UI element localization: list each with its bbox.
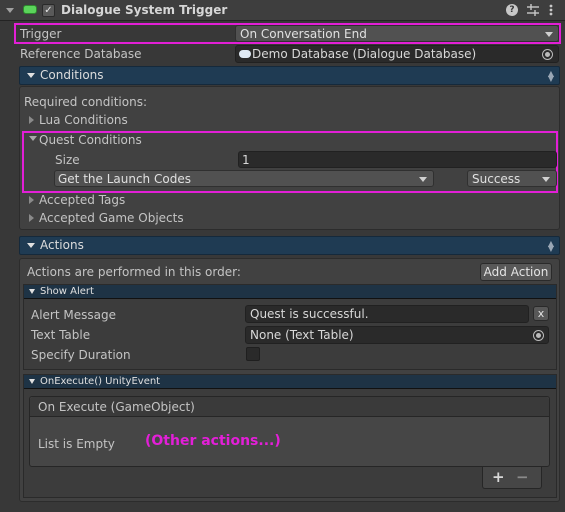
reference-database-value: Demo Database (Dialogue Database) [252, 47, 477, 61]
trigger-label: Trigger [20, 27, 62, 41]
chevron-down-icon [419, 177, 427, 182]
foldout-arrow-icon [27, 243, 35, 248]
object-picker-icon[interactable] [533, 330, 544, 341]
chevron-down-icon [545, 32, 553, 37]
accepted-tags-arrow-icon[interactable] [29, 196, 34, 204]
foldout-arrow-icon[interactable] [6, 8, 14, 13]
list-footer [482, 467, 542, 489]
foldout-arrow-icon [29, 289, 35, 294]
show-alert-title: Show Alert [40, 286, 94, 297]
lua-conditions-label[interactable]: Lua Conditions [39, 113, 128, 127]
required-conditions-label: Required conditions: [24, 95, 147, 109]
reorder-icon: ▲ ▼ [547, 69, 555, 83]
accepted-tags-label[interactable]: Accepted Tags [39, 193, 125, 207]
alert-message-field[interactable]: Quest is successful. [245, 305, 529, 323]
lua-conditions-arrow-icon[interactable] [29, 116, 34, 124]
conditions-title: Conditions [40, 68, 104, 82]
database-icon [239, 50, 251, 58]
text-table-field[interactable]: None (Text Table) [245, 326, 549, 344]
reference-database-label: Reference Database [20, 47, 142, 61]
size-field[interactable]: 1 [238, 151, 557, 168]
component-title: Dialogue System Trigger [61, 3, 228, 17]
add-item-button[interactable]: + [492, 470, 505, 485]
quest-name-value: Get the Launch Codes [58, 172, 191, 186]
on-execute-title: OnExecute() UnityEvent [40, 376, 161, 387]
help-icon[interactable]: ? [506, 4, 518, 16]
trigger-value: On Conversation End [240, 27, 367, 41]
quest-name-dropdown[interactable]: Get the Launch Codes [54, 170, 434, 187]
text-table-value: None (Text Table) [250, 328, 354, 342]
specify-duration-label: Specify Duration [31, 348, 131, 362]
list-empty-label: List is Empty [38, 437, 115, 451]
alert-message-label: Alert Message [31, 308, 116, 322]
enabled-checkbox[interactable]: ✓ [42, 4, 55, 17]
trigger-dropdown[interactable]: On Conversation End [235, 25, 559, 42]
component-header: ✓ Dialogue System Trigger ? [0, 0, 565, 21]
accepted-game-objects-arrow-icon[interactable] [29, 214, 34, 222]
size-label: Size [55, 153, 80, 167]
text-table-label: Text Table [31, 328, 91, 342]
actions-section-header[interactable]: Actions ▲ ▼ [19, 236, 560, 255]
other-actions-annotation: (Other actions...) [145, 433, 281, 449]
on-execute-header[interactable]: OnExecute() UnityEvent [24, 375, 556, 389]
quest-state-dropdown[interactable]: Success [467, 170, 557, 187]
accepted-game-objects-label[interactable]: Accepted Game Objects [39, 211, 184, 225]
actions-title: Actions [40, 238, 84, 252]
remove-item-button[interactable]: − [516, 470, 529, 485]
actions-order-label: Actions are performed in this order: [27, 265, 241, 279]
quest-conditions-arrow-icon[interactable] [29, 136, 37, 141]
component-icon [23, 5, 37, 14]
conditions-section-header[interactable]: Conditions ▲ ▼ [19, 66, 560, 85]
size-value: 1 [242, 153, 250, 167]
quest-state-value: Success [472, 172, 521, 186]
preset-icon[interactable] [527, 3, 539, 17]
alert-message-value: Quest is successful. [250, 307, 369, 321]
foldout-arrow-icon [27, 73, 35, 78]
foldout-arrow-icon [29, 379, 35, 384]
kebab-menu-icon[interactable] [548, 3, 554, 17]
reference-database-field[interactable]: Demo Database (Dialogue Database) [235, 45, 559, 63]
quest-conditions-label[interactable]: Quest Conditions [39, 133, 142, 147]
reorder-icon: ▲ ▼ [547, 239, 555, 253]
chevron-down-icon [542, 177, 550, 182]
specify-duration-checkbox[interactable] [246, 347, 260, 361]
clear-button[interactable]: x [533, 306, 549, 321]
unity-event-list-title: On Execute (GameObject) [38, 400, 195, 414]
show-alert-header[interactable]: Show Alert [24, 285, 556, 299]
add-action-button[interactable]: Add Action [480, 263, 552, 281]
object-picker-icon[interactable] [542, 49, 553, 60]
